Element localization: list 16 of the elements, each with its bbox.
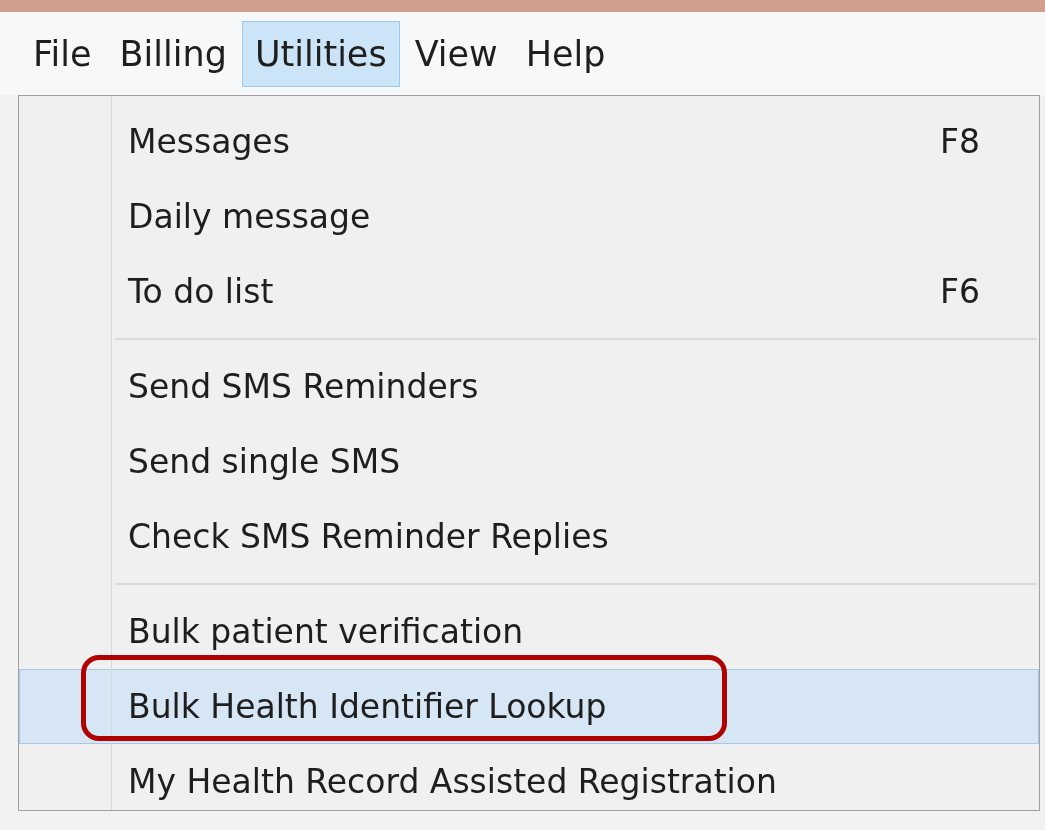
menu-item[interactable]: Send single SMS <box>19 424 1039 499</box>
menu-tab[interactable]: Help <box>512 20 619 87</box>
menu-item[interactable]: To do list F6 <box>19 254 1039 329</box>
menu-tab[interactable]: View <box>401 20 511 87</box>
menu-item[interactable]: Bulk patient verification <box>19 594 1039 669</box>
menu-tab[interactable]: Billing <box>106 20 240 87</box>
menu-tab[interactable]: File <box>20 20 105 87</box>
shortcut-key: F6 <box>940 272 980 311</box>
menu-item[interactable]: Send SMS Reminders <box>19 349 1039 424</box>
menu-item[interactable]: Messages F8 <box>19 104 1039 179</box>
menu-item[interactable]: Check SMS Reminder Replies <box>19 499 1039 574</box>
menu-item[interactable]: Bulk Health Identifier Lookup <box>19 669 1039 744</box>
menu-item[interactable]: Daily message <box>19 179 1039 254</box>
menu-tab[interactable]: Utilities <box>241 20 400 87</box>
shortcut-key: F8 <box>940 122 980 161</box>
menu-item[interactable]: My Health Record Assisted Registration <box>19 744 1039 819</box>
